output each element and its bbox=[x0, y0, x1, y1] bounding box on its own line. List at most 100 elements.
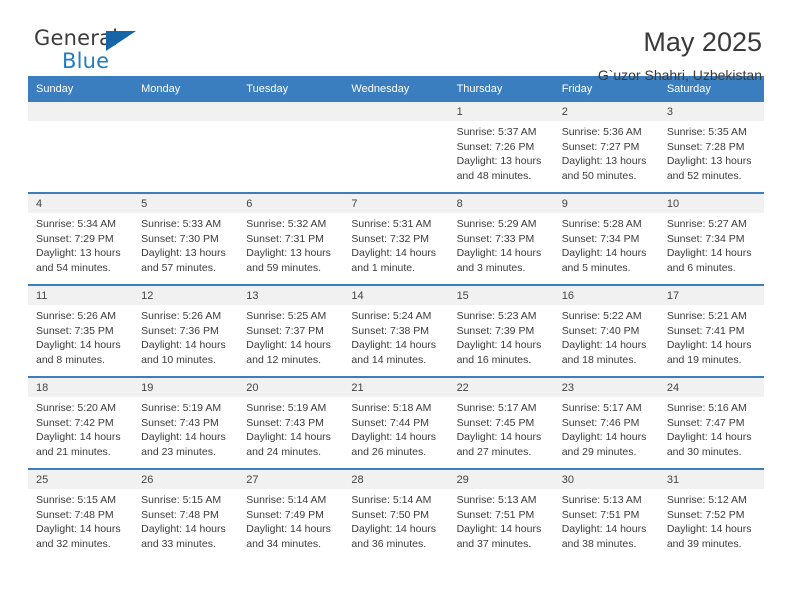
day-number: 29 bbox=[448, 470, 554, 489]
calendar-day-cell[interactable]: 3 Sunrise: 5:35 AM Sunset: 7:28 PM Daylight… bbox=[658, 102, 764, 192]
sunset-text: Sunset: 7:43 PM bbox=[141, 416, 219, 429]
sunset-text: Sunset: 7:45 PM bbox=[456, 416, 535, 429]
daylight-text: and 50 minutes. bbox=[561, 169, 637, 182]
day-number bbox=[28, 102, 134, 121]
daylight-text: and 8 minutes. bbox=[36, 353, 105, 366]
daylight-text: Daylight: 14 hours bbox=[666, 247, 752, 259]
calendar-day-cell[interactable]: 18 Sunrise: 5:20 AM Sunset: 7:42 PM Dayligh… bbox=[28, 378, 134, 468]
day-details bbox=[238, 121, 343, 192]
day-details: Sunrise: 5:23 AM Sunset: 7:39 PM Daylight:… bbox=[449, 305, 554, 376]
calendar-day-cell[interactable]: 24 Sunrise: 5:16 AM Sunset: 7:47 PM Dayligh… bbox=[658, 378, 764, 468]
daylight-text: Daylight: 14 hours bbox=[36, 431, 121, 443]
day-number: 9 bbox=[553, 194, 659, 213]
calendar-day-cell[interactable]: 16 Sunrise: 5:22 AM Sunset: 7:40 PM Dayligh… bbox=[553, 286, 659, 376]
calendar-day-cell[interactable]: 19 Sunrise: 5:19 AM Sunset: 7:43 PM Dayligh… bbox=[133, 378, 239, 468]
calendar-day-cell[interactable]: 31 Sunrise: 5:12 AM Sunset: 7:52 PM Dayligh… bbox=[658, 470, 764, 560]
sunrise-text: Sunrise: 5:33 AM bbox=[141, 218, 222, 230]
day-number: 26 bbox=[133, 470, 239, 489]
daylight-text: Daylight: 14 hours bbox=[561, 523, 647, 535]
daylight-text: Daylight: 14 hours bbox=[141, 523, 226, 535]
calendar-day-cell[interactable]: 22 Sunrise: 5:17 AM Sunset: 7:45 PM Dayligh… bbox=[448, 378, 554, 468]
calendar-day-cell[interactable]: 17 Sunrise: 5:21 AM Sunset: 7:41 PM Dayligh… bbox=[658, 286, 764, 376]
daylight-text: Daylight: 13 hours bbox=[246, 247, 331, 259]
calendar-day-cell[interactable]: 2 Sunrise: 5:36 AM Sunset: 7:27 PM Daylight… bbox=[553, 102, 659, 192]
daylight-text: and 18 minutes. bbox=[561, 353, 637, 366]
sunrise-text: Sunrise: 5:17 AM bbox=[456, 402, 537, 414]
daylight-text: Daylight: 13 hours bbox=[36, 247, 121, 259]
day-number bbox=[238, 102, 344, 121]
daylight-text: and 32 minutes. bbox=[36, 537, 111, 550]
calendar-day-cell[interactable]: 25 Sunrise: 5:15 AM Sunset: 7:48 PM Dayligh… bbox=[28, 470, 134, 560]
calendar-day-cell[interactable]: 11 Sunrise: 5:26 AM Sunset: 7:35 PM Dayligh… bbox=[28, 286, 134, 376]
day-number: 30 bbox=[553, 470, 659, 489]
sunrise-text: Sunrise: 5:20 AM bbox=[36, 402, 116, 414]
sunset-text: Sunset: 7:31 PM bbox=[246, 232, 324, 245]
sunrise-text: Sunrise: 5:28 AM bbox=[561, 218, 642, 230]
brand-logo[interactable]: General Blue bbox=[28, 26, 158, 80]
daylight-text: and 14 minutes. bbox=[351, 353, 427, 366]
sunrise-text: Sunrise: 5:13 AM bbox=[561, 494, 642, 506]
calendar-day-cell[interactable]: 4 Sunrise: 5:34 AM Sunset: 7:29 PM Daylight… bbox=[28, 194, 134, 284]
daylight-text: Daylight: 13 hours bbox=[561, 155, 647, 167]
day-details: Sunrise: 5:15 AM Sunset: 7:48 PM Daylight:… bbox=[133, 489, 238, 560]
calendar-day-cell[interactable]: 5 Sunrise: 5:33 AM Sunset: 7:30 PM Daylight… bbox=[133, 194, 239, 284]
calendar-day-cell[interactable]: 9 Sunrise: 5:28 AM Sunset: 7:34 PM Daylight… bbox=[553, 194, 659, 284]
daylight-text: Daylight: 14 hours bbox=[246, 431, 331, 443]
calendar-empty-cell bbox=[133, 102, 239, 192]
sunrise-text: Sunrise: 5:15 AM bbox=[36, 494, 116, 506]
page-title: May 2025 bbox=[643, 27, 762, 57]
sunset-text: Sunset: 7:46 PM bbox=[561, 416, 640, 429]
calendar-day-cell[interactable]: 28 Sunrise: 5:14 AM Sunset: 7:50 PM Dayligh… bbox=[343, 470, 449, 560]
sunset-text: Sunset: 7:37 PM bbox=[246, 324, 324, 337]
day-details: Sunrise: 5:35 AM Sunset: 7:28 PM Daylight:… bbox=[659, 121, 764, 192]
day-number: 22 bbox=[448, 378, 554, 397]
calendar-day-cell[interactable]: 8 Sunrise: 5:29 AM Sunset: 7:33 PM Daylight… bbox=[448, 194, 554, 284]
page-header: General Blue May 2025 G`uzor Shahri, Uzb… bbox=[28, 0, 764, 83]
daylight-text: Daylight: 14 hours bbox=[666, 523, 752, 535]
sunrise-text: Sunrise: 5:26 AM bbox=[141, 310, 222, 322]
brand-name-blue: Blue bbox=[62, 49, 110, 73]
sunset-text: Sunset: 7:49 PM bbox=[246, 508, 324, 521]
calendar-day-cell[interactable]: 7 Sunrise: 5:31 AM Sunset: 7:32 PM Daylight… bbox=[343, 194, 449, 284]
day-details bbox=[28, 121, 133, 192]
daylight-text: Daylight: 14 hours bbox=[561, 339, 647, 351]
calendar-day-cell[interactable]: 1 Sunrise: 5:37 AM Sunset: 7:26 PM Daylight… bbox=[448, 102, 554, 192]
calendar-page: General Blue May 2025 G`uzor Shahri, Uzb… bbox=[0, 0, 792, 612]
day-number: 15 bbox=[448, 286, 554, 305]
day-details: Sunrise: 5:26 AM Sunset: 7:36 PM Daylight:… bbox=[133, 305, 238, 376]
calendar-day-cell[interactable]: 26 Sunrise: 5:15 AM Sunset: 7:48 PM Dayligh… bbox=[133, 470, 239, 560]
daylight-text: Daylight: 14 hours bbox=[351, 431, 437, 443]
daylight-text: and 27 minutes. bbox=[456, 445, 532, 458]
calendar-day-cell[interactable]: 15 Sunrise: 5:23 AM Sunset: 7:39 PM Dayligh… bbox=[448, 286, 554, 376]
sunrise-text: Sunrise: 5:32 AM bbox=[246, 218, 327, 230]
day-details: Sunrise: 5:19 AM Sunset: 7:43 PM Daylight:… bbox=[133, 397, 238, 468]
calendar-week-row: 11 Sunrise: 5:26 AM Sunset: 7:35 PM Dayligh… bbox=[28, 284, 764, 376]
calendar-day-cell[interactable]: 20 Sunrise: 5:19 AM Sunset: 7:43 PM Dayligh… bbox=[238, 378, 344, 468]
calendar-day-cell[interactable]: 14 Sunrise: 5:24 AM Sunset: 7:38 PM Dayligh… bbox=[343, 286, 449, 376]
day-number: 21 bbox=[343, 378, 449, 397]
calendar-day-cell[interactable]: 21 Sunrise: 5:18 AM Sunset: 7:44 PM Dayligh… bbox=[343, 378, 449, 468]
calendar-day-cell[interactable]: 27 Sunrise: 5:14 AM Sunset: 7:49 PM Dayligh… bbox=[238, 470, 344, 560]
sunset-text: Sunset: 7:39 PM bbox=[456, 324, 535, 337]
daylight-text: and 30 minutes. bbox=[666, 445, 742, 458]
weekday-header-friday: Friday bbox=[561, 83, 593, 95]
calendar-day-cell[interactable]: 6 Sunrise: 5:32 AM Sunset: 7:31 PM Daylight… bbox=[238, 194, 344, 284]
daylight-text: and 24 minutes. bbox=[246, 445, 321, 458]
day-number: 12 bbox=[133, 286, 239, 305]
calendar-day-cell[interactable]: 13 Sunrise: 5:25 AM Sunset: 7:37 PM Dayligh… bbox=[238, 286, 344, 376]
daylight-text: Daylight: 14 hours bbox=[351, 339, 437, 351]
calendar-day-cell[interactable]: 12 Sunrise: 5:26 AM Sunset: 7:36 PM Dayligh… bbox=[133, 286, 239, 376]
calendar-day-cell[interactable]: 10 Sunrise: 5:27 AM Sunset: 7:34 PM Dayligh… bbox=[658, 194, 764, 284]
daylight-text: and 39 minutes. bbox=[666, 537, 742, 550]
daylight-text: Daylight: 13 hours bbox=[141, 247, 226, 259]
sunrise-text: Sunrise: 5:37 AM bbox=[456, 126, 537, 138]
day-details: Sunrise: 5:33 AM Sunset: 7:30 PM Daylight:… bbox=[133, 213, 238, 284]
day-number: 13 bbox=[238, 286, 344, 305]
calendar-day-cell[interactable]: 30 Sunrise: 5:13 AM Sunset: 7:51 PM Dayligh… bbox=[553, 470, 659, 560]
sunset-text: Sunset: 7:34 PM bbox=[561, 232, 640, 245]
daylight-text: and 6 minutes. bbox=[666, 261, 736, 274]
calendar-day-cell[interactable]: 29 Sunrise: 5:13 AM Sunset: 7:51 PM Dayligh… bbox=[448, 470, 554, 560]
sunrise-text: Sunrise: 5:21 AM bbox=[666, 310, 747, 322]
calendar-day-cell[interactable]: 23 Sunrise: 5:17 AM Sunset: 7:46 PM Dayligh… bbox=[553, 378, 659, 468]
day-details: Sunrise: 5:16 AM Sunset: 7:47 PM Daylight:… bbox=[659, 397, 764, 468]
